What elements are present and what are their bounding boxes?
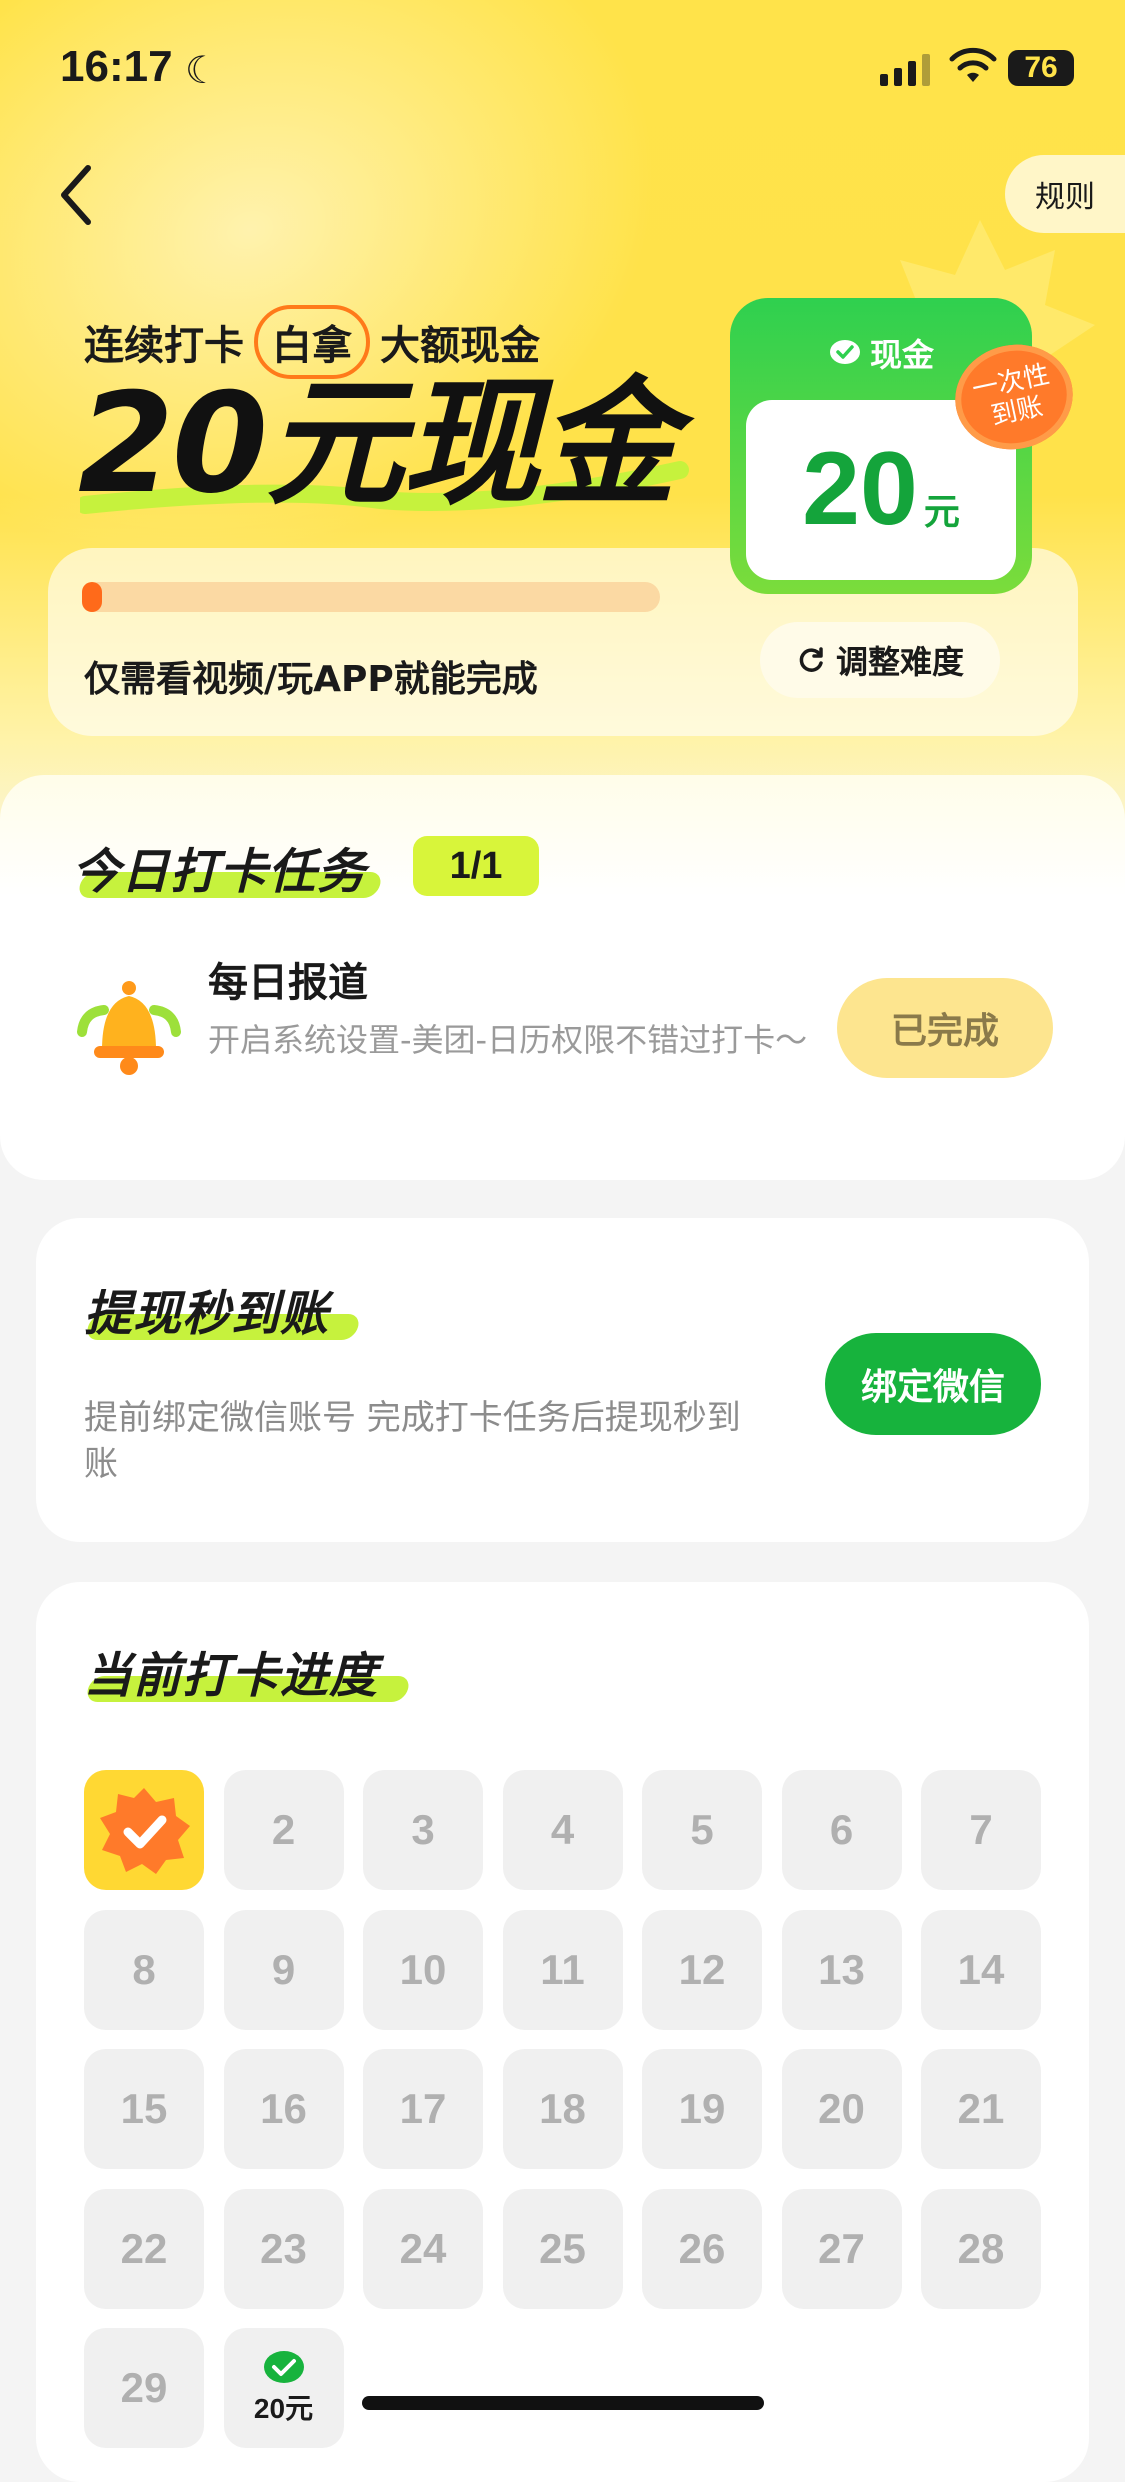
reward-label: 20元 [253, 2393, 314, 2424]
checkin-day: 15 [84, 2049, 204, 2169]
cash-card-label: 现金 [869, 336, 934, 374]
checkin-day: 23 [223, 2188, 344, 2309]
checkin-day: 2 [223, 1770, 344, 1890]
checkin-day: 24 [363, 2188, 483, 2309]
today-tasks-title: 今日打卡任务 [72, 844, 367, 900]
bind-wechat-button[interactable]: 绑定微信 [825, 1333, 1041, 1435]
checkin-day: 10 [363, 1909, 483, 2030]
checkin-day: 12 [642, 1909, 762, 2030]
checkin-day: 9 [223, 1909, 344, 2030]
moon-icon: ☾ [185, 48, 220, 92]
home-indicator [362, 2396, 764, 2410]
checkin-day: 20 [781, 2049, 902, 2169]
back-icon[interactable] [52, 160, 102, 230]
signal-icon [880, 52, 930, 86]
checkin-day: 6 [781, 1770, 902, 1890]
checkin-day: 17 [363, 2049, 483, 2169]
status-bar: 16:17 ☾ 76 [0, 0, 1125, 140]
battery-indicator: 76 [1008, 50, 1074, 86]
task-completed-button[interactable]: 已完成 [837, 978, 1053, 1078]
checkin-day: 28 [921, 2188, 1041, 2309]
progress-text: 仅需看视频/玩APP就能完成 [84, 659, 538, 700]
checkin-progress-title: 当前打卡进度 [84, 1648, 379, 1704]
withdraw-description: 提前绑定微信账号 完成打卡任务后提现秒到账 [84, 1398, 741, 1484]
task-title: 每日报道 [208, 960, 368, 1006]
rules-button[interactable]: 规则 [1005, 155, 1125, 233]
refresh-icon [799, 647, 823, 672]
checkin-day: 18 [502, 2049, 623, 2169]
checkin-day: 21 [921, 2049, 1041, 2169]
adjust-difficulty-label: 调整难度 [835, 643, 964, 681]
adjust-difficulty-button[interactable]: 调整难度 [760, 622, 1000, 698]
today-tasks-count: 1/1 [413, 836, 539, 896]
reward-day: 20元 [223, 2328, 344, 2448]
checkin-day: 14 [921, 1909, 1041, 2030]
checkin-day: 26 [642, 2188, 762, 2309]
check-icon [100, 1788, 190, 1874]
wechat-icon [829, 340, 860, 364]
cash-unit: 元 [923, 492, 960, 533]
hero-title: 20元现金 [78, 363, 676, 524]
checkin-day: 25 [502, 2188, 623, 2309]
checkin-day: 13 [781, 1909, 902, 2030]
withdraw-title: 提现秒到账 [84, 1286, 330, 1342]
checkin-day: 7 [921, 1770, 1041, 1890]
checkin-day: 19 [642, 2049, 762, 2169]
one-time-badge-text: 一次性到账 [969, 359, 1053, 432]
checkin-day: 29 [84, 2328, 204, 2448]
checkin-day [84, 1770, 204, 1890]
cash-amount: 20 [802, 431, 918, 547]
checkin-day: 11 [502, 1909, 623, 2030]
task-description: 开启系统设置-美团-日历权限不错过打卡～ [208, 1021, 808, 1059]
checkin-day: 5 [642, 1770, 762, 1890]
wifi-icon [949, 47, 997, 82]
checkin-day: 22 [84, 2188, 204, 2309]
checkin-day: 3 [363, 1770, 483, 1890]
progress-fill [82, 582, 102, 612]
checkin-day: 8 [84, 1909, 204, 2030]
progress-track [82, 582, 660, 612]
checkin-day: 27 [781, 2188, 902, 2309]
wechat-icon [263, 2351, 304, 2383]
checkin-day: 4 [502, 1770, 623, 1890]
checkin-day: 16 [223, 2049, 344, 2169]
status-time: 16:17 [60, 42, 173, 91]
bell-icon [77, 981, 181, 1075]
